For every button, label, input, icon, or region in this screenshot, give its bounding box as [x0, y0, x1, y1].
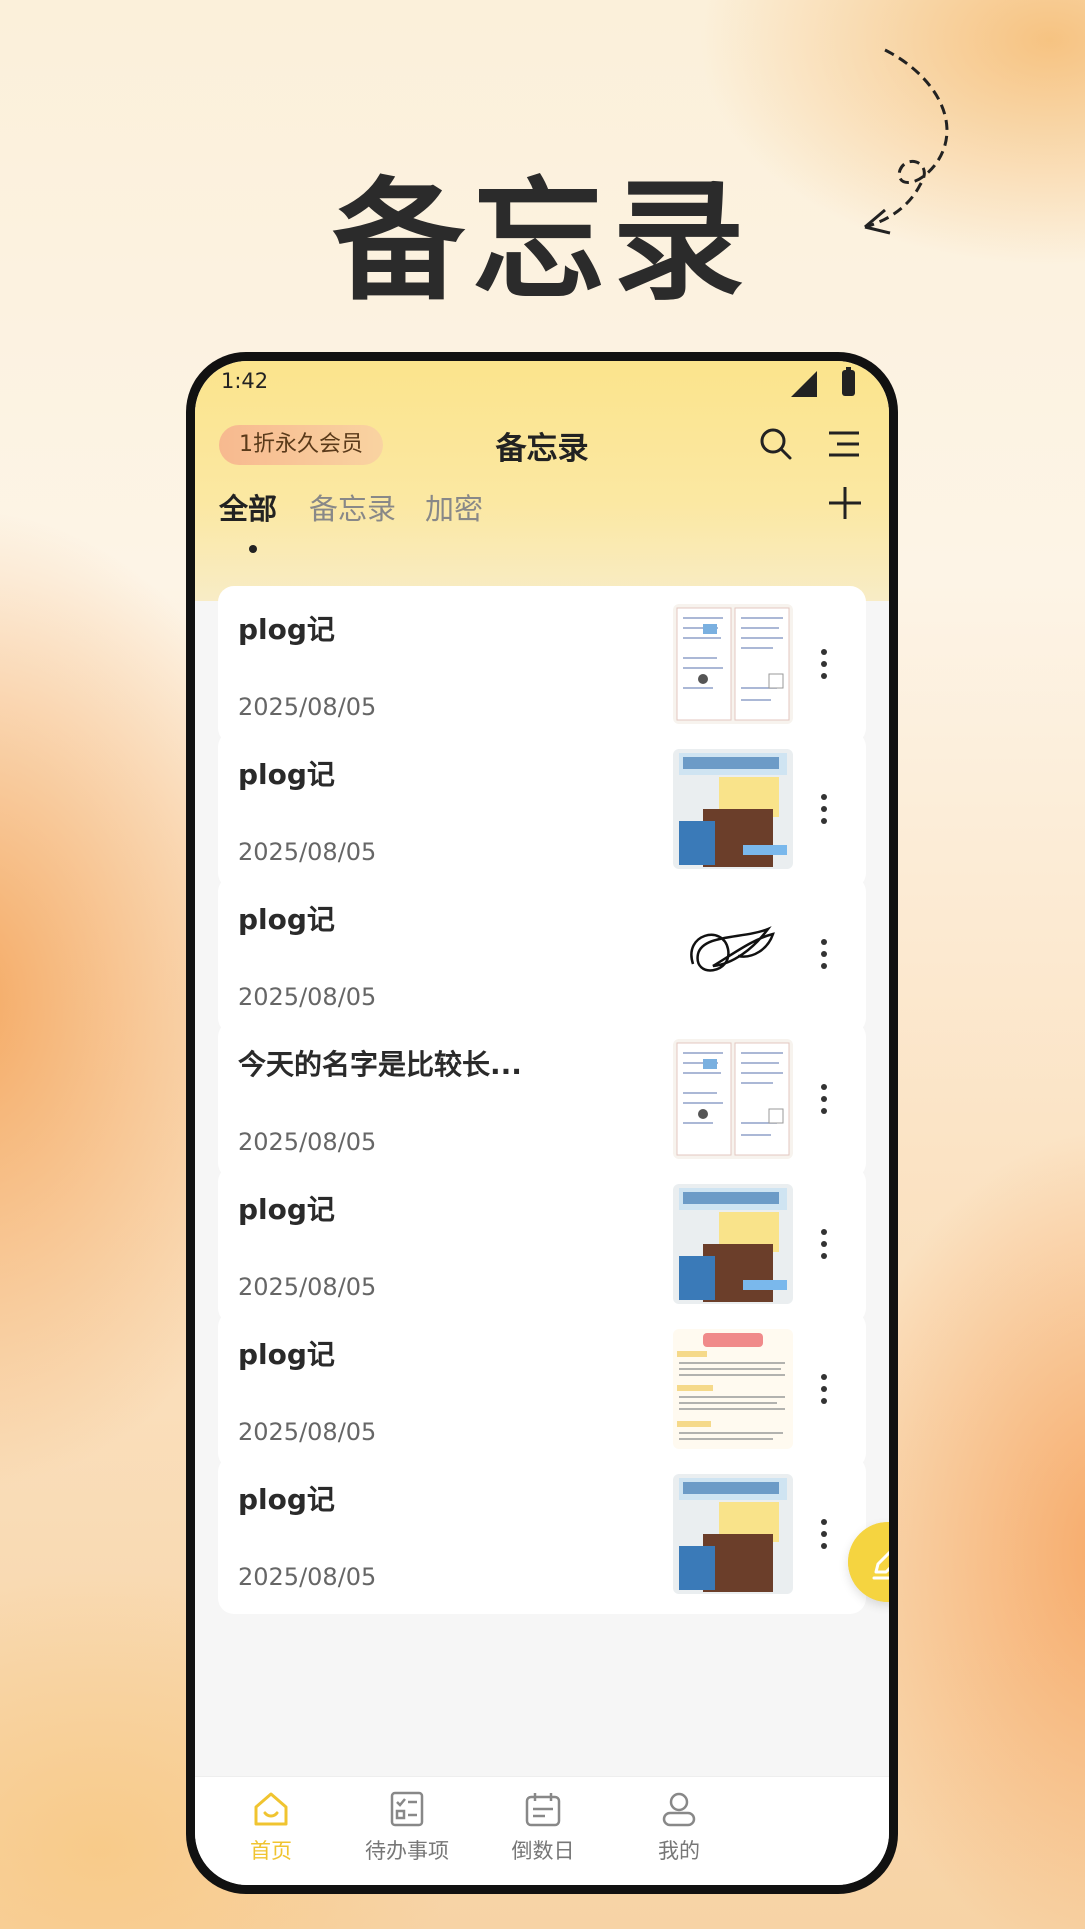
note-date: 2025/08/05	[238, 1273, 377, 1301]
note-title: plog记	[238, 1483, 335, 1516]
note-date: 2025/08/05	[238, 983, 377, 1011]
todo-list-icon	[390, 1791, 424, 1827]
nav-home-label: 首页	[250, 1839, 292, 1863]
app-screen: 1:42 1折永久会员 备忘录 全部 备忘录 加密 plog记 2025/08/…	[195, 361, 889, 1885]
tab-all[interactable]: 全部	[219, 486, 277, 528]
note-card[interactable]: plog记 2025/08/05	[218, 731, 866, 889]
wish-list-thumbnail	[673, 749, 793, 869]
note-title: plog记	[238, 1338, 335, 1371]
nav-profile-label: 我的	[658, 1839, 700, 1863]
note-card[interactable]: plog记 2025/08/05	[218, 586, 866, 744]
more-options-icon[interactable]	[818, 1371, 830, 1411]
wish-list-thumbnail	[673, 1474, 793, 1594]
tab-memo[interactable]: 备忘录	[309, 486, 396, 528]
note-date: 2025/08/05	[238, 1563, 377, 1591]
more-options-icon[interactable]	[818, 936, 830, 976]
note-title: plog记	[238, 1193, 335, 1226]
note-title: 今天的名字是比较长...	[238, 1048, 522, 1081]
note-date: 2025/08/05	[238, 1128, 377, 1156]
nav-countdown[interactable]: 倒数日	[473, 1789, 613, 1865]
search-icon[interactable]	[759, 427, 793, 461]
scribble-thumbnail	[673, 894, 793, 1014]
note-title: plog记	[238, 758, 335, 791]
note-card[interactable]: plog记 2025/08/05	[218, 876, 866, 1034]
battery-icon	[842, 367, 855, 396]
document-thumbnail	[673, 1329, 793, 1449]
calendar-icon	[525, 1793, 561, 1827]
note-title: plog记	[238, 613, 335, 646]
note-card[interactable]: plog记 2025/08/05	[218, 1456, 866, 1614]
note-card[interactable]: plog记 2025/08/05	[218, 1311, 866, 1469]
note-card[interactable]: 今天的名字是比较长... 2025/08/05	[218, 1021, 866, 1179]
nav-countdown-label: 倒数日	[511, 1839, 575, 1863]
signal-icon	[791, 371, 817, 397]
status-time: 1:42	[221, 369, 269, 393]
more-options-icon[interactable]	[818, 646, 830, 686]
phone-frame: 1:42 1折永久会员 备忘录 全部 备忘录 加密 plog记 2025/08/…	[186, 352, 898, 1894]
nav-profile[interactable]: 我的	[609, 1789, 749, 1865]
home-icon	[254, 1792, 288, 1826]
more-options-icon[interactable]	[818, 1516, 830, 1556]
note-date: 2025/08/05	[238, 838, 377, 866]
decorative-arrow-icon	[864, 48, 949, 235]
active-tab-indicator	[249, 545, 257, 553]
profile-icon	[662, 1792, 696, 1827]
note-date: 2025/08/05	[238, 1418, 377, 1446]
wish-list-thumbnail	[673, 1184, 793, 1304]
note-title: plog记	[238, 903, 335, 936]
nav-todo-label: 待办事项	[365, 1839, 449, 1863]
more-options-icon[interactable]	[818, 1226, 830, 1266]
nav-home[interactable]: 首页	[201, 1789, 341, 1865]
nav-todo[interactable]: 待办事项	[337, 1789, 477, 1865]
more-options-icon[interactable]	[818, 1081, 830, 1121]
menu-icon[interactable]	[827, 429, 861, 459]
note-card[interactable]: plog记 2025/08/05	[218, 1166, 866, 1324]
add-category-button[interactable]	[825, 483, 865, 523]
planner-thumbnail	[673, 604, 793, 724]
tab-encrypted[interactable]: 加密	[425, 486, 483, 528]
status-bar: 1:42	[195, 361, 889, 401]
bottom-navigation: 首页 待办事项 倒数日 我的	[195, 1776, 889, 1885]
planner-thumbnail	[673, 1039, 793, 1159]
more-options-icon[interactable]	[818, 791, 830, 831]
note-date: 2025/08/05	[238, 693, 377, 721]
